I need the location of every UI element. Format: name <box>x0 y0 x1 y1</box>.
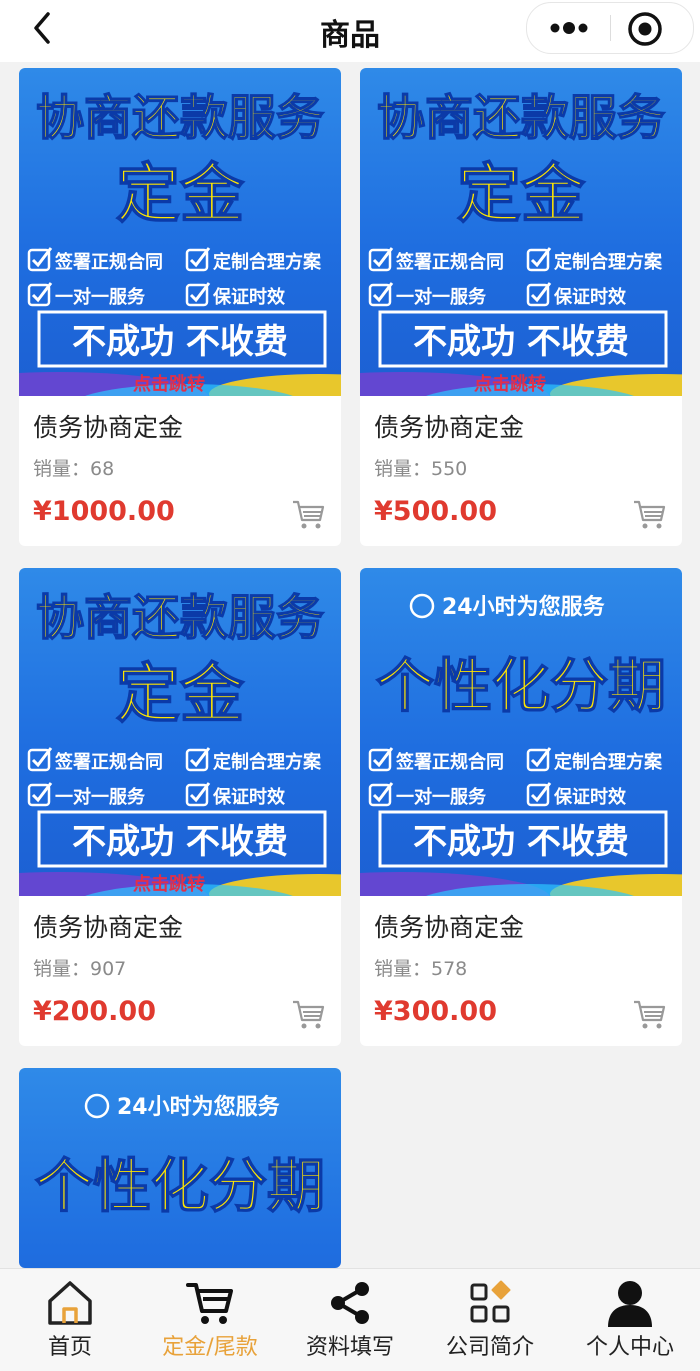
banner-subtitle: 定金 <box>457 158 586 232</box>
home-icon <box>48 1281 92 1325</box>
add-to-cart-icon[interactable] <box>291 498 325 530</box>
product-price: ¥200.00 <box>33 996 156 1027</box>
check-item-text: 签署正规合同 <box>54 751 163 773</box>
person-icon <box>608 1281 652 1327</box>
product-name: 债务协商定金 <box>33 913 184 942</box>
product-name: 债务协商定金 <box>374 413 525 442</box>
product-card[interactable]: 协商还款服务定金签署正规合同 定制合理方案一对一服务 保证时效不成功 不收费点击跳转… <box>360 68 682 546</box>
banner-headline: 协商还款服务 <box>377 90 665 146</box>
tab-home-label: 首页 <box>47 1335 92 1360</box>
product-name: 债务协商定金 <box>33 413 184 442</box>
banner-headline: 协商还款服务 <box>36 90 324 146</box>
product-card[interactable]: 24小时为您服务个性化分期签署正规合同 定制合理方案一对一服务 保证时效不成功 不收… <box>360 568 682 1046</box>
product-banner-image[interactable]: 协商还款服务定金签署正规合同 定制合理方案一对一服务 保证时效不成功 不收费点击跳转 <box>19 68 341 396</box>
banner-slogan: 不成功 不收费 <box>72 322 288 362</box>
product-card[interactable]: 协商还款服务定金签署正规合同 定制合理方案一对一服务 保证时效不成功 不收费点击跳转… <box>19 68 341 546</box>
product-name: 债务协商定金 <box>374 913 525 942</box>
close-target-icon[interactable] <box>625 9 665 49</box>
badge-clock-icon <box>409 593 435 619</box>
tab-home[interactable]: 首页 <box>0 1269 140 1371</box>
share-icon <box>331 1282 369 1324</box>
tab-form[interactable]: 资料填写 <box>280 1269 420 1371</box>
product-sales-count: 销量：578 <box>374 958 468 980</box>
grid-icon <box>470 1280 511 1323</box>
add-to-cart-icon[interactable] <box>291 998 325 1030</box>
banner-subtitle: 个性化分期 <box>376 652 666 720</box>
banner-badge-text: 24小时为您服务 <box>442 594 606 620</box>
check-item-text: 一对一服务 <box>396 286 487 308</box>
banner-tag: 点击跳转 <box>474 373 546 395</box>
banner-slogan: 不成功 不收费 <box>413 322 629 362</box>
check-item-text: 定制合理方案 <box>554 251 663 273</box>
product-banner-image[interactable]: 24小时为您服务个性化分期 <box>19 1068 341 1268</box>
check-item-text: 签署正规合同 <box>54 251 163 273</box>
check-item-text: 保证时效 <box>212 786 286 808</box>
top-nav-bar: 商品 <box>0 0 700 62</box>
tab-form-label: 资料填写 <box>305 1335 394 1360</box>
check-item-text: 定制合理方案 <box>213 251 322 273</box>
banner-slogan: 不成功 不收费 <box>72 822 288 862</box>
product-price: ¥1000.00 <box>33 496 175 527</box>
check-item-text: 签署正规合同 <box>395 751 504 773</box>
capsule-divider <box>610 15 611 41</box>
check-item-text: 定制合理方案 <box>213 751 322 773</box>
tab-profile[interactable]: 个人中心 <box>560 1269 700 1371</box>
cart-icon <box>186 1283 233 1324</box>
product-price: ¥300.00 <box>374 996 497 1027</box>
banner-tag: 点击跳转 <box>133 373 205 395</box>
add-to-cart-icon[interactable] <box>632 498 666 530</box>
banner-subtitle: 个性化分期 <box>35 1152 325 1220</box>
banner-subtitle: 定金 <box>116 158 245 232</box>
banner-badge-text: 24小时为您服务 <box>117 1094 281 1120</box>
product-price: ¥500.00 <box>374 496 497 527</box>
tab-profile-label: 个人中心 <box>585 1335 674 1360</box>
product-banner-image[interactable]: 协商还款服务定金签署正规合同 定制合理方案一对一服务 保证时效不成功 不收费点击跳转 <box>19 568 341 896</box>
tab-company[interactable]: 公司简介 <box>420 1269 560 1371</box>
check-item-text: 保证时效 <box>212 286 286 308</box>
add-to-cart-icon[interactable] <box>632 998 666 1030</box>
banner-slogan: 不成功 不收费 <box>413 822 629 862</box>
product-sales-count: 销量：68 <box>33 458 115 480</box>
product-card[interactable]: 协商还款服务定金签署正规合同 定制合理方案一对一服务 保证时效不成功 不收费点击跳转… <box>19 568 341 1046</box>
check-item-text: 定制合理方案 <box>554 751 663 773</box>
tab-company-label: 公司简介 <box>445 1335 534 1360</box>
more-icon[interactable] <box>541 13 597 43</box>
tab-deposit-label: 定金/尾款 <box>162 1335 258 1360</box>
product-banner-image[interactable]: 协商还款服务定金签署正规合同 定制合理方案一对一服务 保证时效不成功 不收费点击跳转 <box>360 68 682 396</box>
check-item-text: 一对一服务 <box>55 786 146 808</box>
mini-program-capsule <box>526 2 694 54</box>
check-item-text: 签署正规合同 <box>395 251 504 273</box>
badge-clock-icon <box>84 1093 110 1119</box>
tab-deposit[interactable]: 定金/尾款 <box>140 1269 280 1371</box>
product-banner-image[interactable]: 24小时为您服务个性化分期签署正规合同 定制合理方案一对一服务 保证时效不成功 不收… <box>360 568 682 896</box>
check-item-text: 一对一服务 <box>55 286 146 308</box>
banner-headline: 协商还款服务 <box>36 590 324 646</box>
check-item-text: 一对一服务 <box>396 786 487 808</box>
banner-subtitle: 定金 <box>116 658 245 732</box>
product-card[interactable]: 24小时为您服务个性化分期 <box>19 1068 341 1268</box>
banner-tag: 点击跳转 <box>133 873 205 895</box>
bottom-tab-bar: 首页 定金/尾款 资料填写 公司简介 个人中心 <box>0 1268 700 1371</box>
check-item-text: 保证时效 <box>553 786 627 808</box>
product-sales-count: 销量：907 <box>33 958 127 980</box>
check-item-text: 保证时效 <box>553 286 627 308</box>
product-sales-count: 销量：550 <box>374 458 468 480</box>
